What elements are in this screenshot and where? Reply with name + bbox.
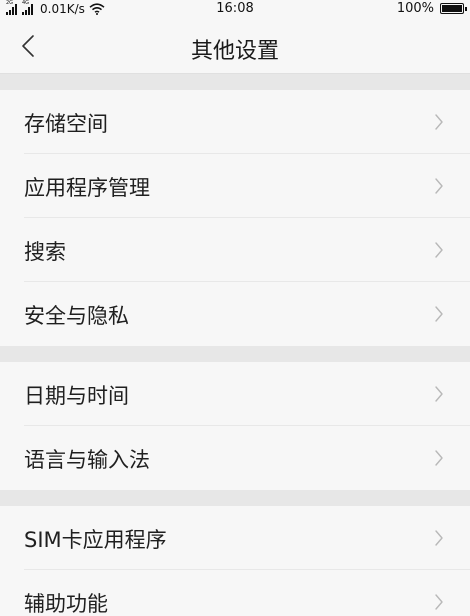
settings-item-label: SIM卡应用程序	[24, 528, 167, 552]
status-bar: 2G 4G 0.01K/s 16:08 100%	[0, 0, 470, 18]
battery-icon	[440, 3, 467, 14]
title-bar: 其他设置	[0, 18, 470, 74]
screen: 2G 4G 0.01K/s 16:08 100% 其他设置 存储空间 应用程序管…	[0, 0, 470, 616]
page-title: 其他设置	[190, 39, 279, 64]
group-separator	[0, 490, 470, 506]
chevron-right-icon	[435, 386, 443, 402]
settings-item-date-time[interactable]: 日期与时间	[0, 362, 470, 426]
chevron-right-icon	[435, 530, 443, 546]
chevron-right-icon	[435, 178, 443, 194]
settings-group: 存储空间 应用程序管理 搜索 安全与隐私	[0, 90, 470, 346]
settings-group: SIM卡应用程序 辅助功能	[0, 506, 470, 616]
settings-item-sim-apps[interactable]: SIM卡应用程序	[0, 506, 470, 570]
group-separator	[0, 346, 470, 362]
chevron-right-icon	[435, 594, 443, 610]
battery-percent: 100%	[396, 1, 434, 16]
settings-list: 存储空间 应用程序管理 搜索 安全与隐私 日期与时间 语言与输入法 SIM卡应用…	[0, 74, 470, 616]
settings-item-label: 安全与隐私	[24, 304, 129, 328]
settings-item-app-management[interactable]: 应用程序管理	[0, 154, 470, 218]
settings-item-language-input[interactable]: 语言与输入法	[0, 426, 470, 490]
status-right: 100%	[396, 1, 467, 16]
settings-item-security-privacy[interactable]: 安全与隐私	[0, 282, 470, 346]
settings-item-label: 语言与输入法	[24, 448, 150, 472]
settings-group: 日期与时间 语言与输入法	[0, 362, 470, 490]
settings-item-storage[interactable]: 存储空间	[0, 90, 470, 154]
settings-item-label: 辅助功能	[24, 592, 108, 616]
chevron-right-icon	[435, 450, 443, 466]
settings-item-label: 日期与时间	[24, 384, 129, 408]
settings-item-label: 应用程序管理	[24, 176, 150, 200]
settings-item-accessibility[interactable]: 辅助功能	[0, 570, 470, 616]
chevron-right-icon	[435, 306, 443, 322]
chevron-right-icon	[435, 114, 443, 130]
settings-item-label: 搜索	[24, 240, 66, 264]
settings-item-label: 存储空间	[24, 112, 108, 136]
settings-item-search[interactable]: 搜索	[0, 218, 470, 282]
group-separator	[0, 74, 470, 90]
chevron-right-icon	[435, 242, 443, 258]
